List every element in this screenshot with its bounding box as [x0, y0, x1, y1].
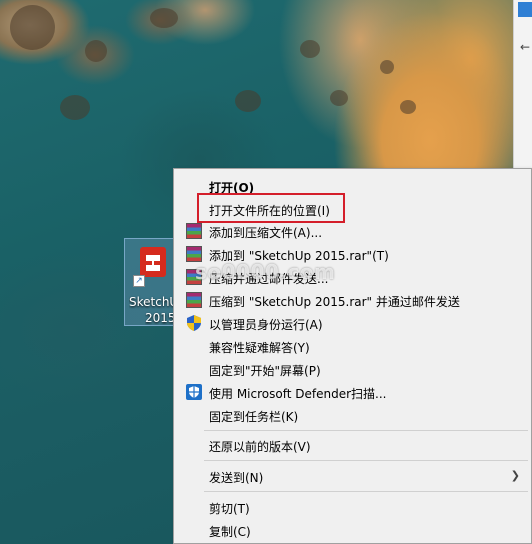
- shortcut-arrow-icon: ↗: [133, 275, 145, 287]
- menu-item-pin-to-start[interactable]: 固定到"开始"屏幕(P): [176, 358, 530, 380]
- menu-item-pin-to-taskbar[interactable]: 固定到任务栏(K): [176, 404, 530, 426]
- menu-item-label: 添加到压缩文件(A)...: [209, 226, 323, 240]
- background-window-edge: ←: [513, 0, 532, 170]
- winrar-icon: [186, 292, 202, 308]
- menu-item-copy[interactable]: 复制(C): [176, 519, 530, 541]
- menu-item-send-to[interactable]: 发送到(N) ❯: [176, 465, 530, 487]
- window-close-icon[interactable]: [518, 2, 532, 17]
- wallpaper-rock: [10, 5, 55, 50]
- menu-item-label: 使用 Microsoft Defender扫描...: [209, 387, 387, 401]
- menu-item-label: 压缩到 "SketchUp 2015.rar" 并通过邮件发送: [209, 295, 460, 309]
- menu-item-add-to-archive[interactable]: 添加到压缩文件(A)...: [176, 220, 530, 242]
- menu-item-defender-scan[interactable]: 使用 Microsoft Defender扫描...: [176, 381, 530, 403]
- menu-item-label: 固定到"开始"屏幕(P): [209, 364, 321, 378]
- wallpaper-rock: [330, 90, 348, 106]
- chevron-right-icon: ❯: [510, 469, 520, 482]
- menu-item-label: 发送到(N): [209, 471, 264, 485]
- menu-item-label: 以管理员身份运行(A): [209, 318, 323, 332]
- menu-item-label: 兼容性疑难解答(Y): [209, 341, 310, 355]
- desktop-icon-label-line1: SketchUp: [129, 295, 179, 309]
- wallpaper-rock: [400, 100, 416, 114]
- back-arrow-icon[interactable]: ←: [520, 40, 530, 54]
- wallpaper-rock: [300, 40, 320, 58]
- menu-item-cut[interactable]: 剪切(T): [176, 496, 530, 518]
- wallpaper-rock: [85, 40, 107, 62]
- menu-separator: [204, 460, 528, 461]
- wallpaper-rock: [235, 90, 261, 112]
- wallpaper-rock: [150, 8, 178, 28]
- winrar-icon: [186, 223, 202, 239]
- watermark-text: so0000.com: [195, 260, 336, 284]
- menu-separator: [204, 491, 528, 492]
- wallpaper-rock: [60, 95, 90, 120]
- menu-item-restore-previous-versions[interactable]: 还原以前的版本(V): [176, 434, 530, 456]
- menu-item-label: 固定到任务栏(K): [209, 410, 299, 424]
- context-menu: 打开(O) 打开文件所在的位置(I) 添加到压缩文件(A)... 添加到 "Sk…: [173, 168, 532, 544]
- defender-icon: [186, 384, 202, 400]
- desktop-shortcut-sketchup[interactable]: ↗ SketchUp 2015: [124, 238, 179, 326]
- menu-item-label: 还原以前的版本(V): [209, 440, 311, 454]
- menu-item-run-as-admin[interactable]: 以管理员身份运行(A): [176, 312, 530, 334]
- menu-item-label: 剪切(T): [209, 502, 250, 516]
- uac-shield-icon: [187, 315, 201, 331]
- wallpaper-rock: [380, 60, 394, 74]
- menu-item-label: 复制(C): [209, 525, 251, 539]
- menu-item-compress-to-rar-and-email[interactable]: 压缩到 "SketchUp 2015.rar" 并通过邮件发送: [176, 289, 530, 311]
- menu-separator: [204, 430, 528, 431]
- annotation-highlight-box: [197, 193, 345, 223]
- menu-item-troubleshoot-compatibility[interactable]: 兼容性疑难解答(Y): [176, 335, 530, 357]
